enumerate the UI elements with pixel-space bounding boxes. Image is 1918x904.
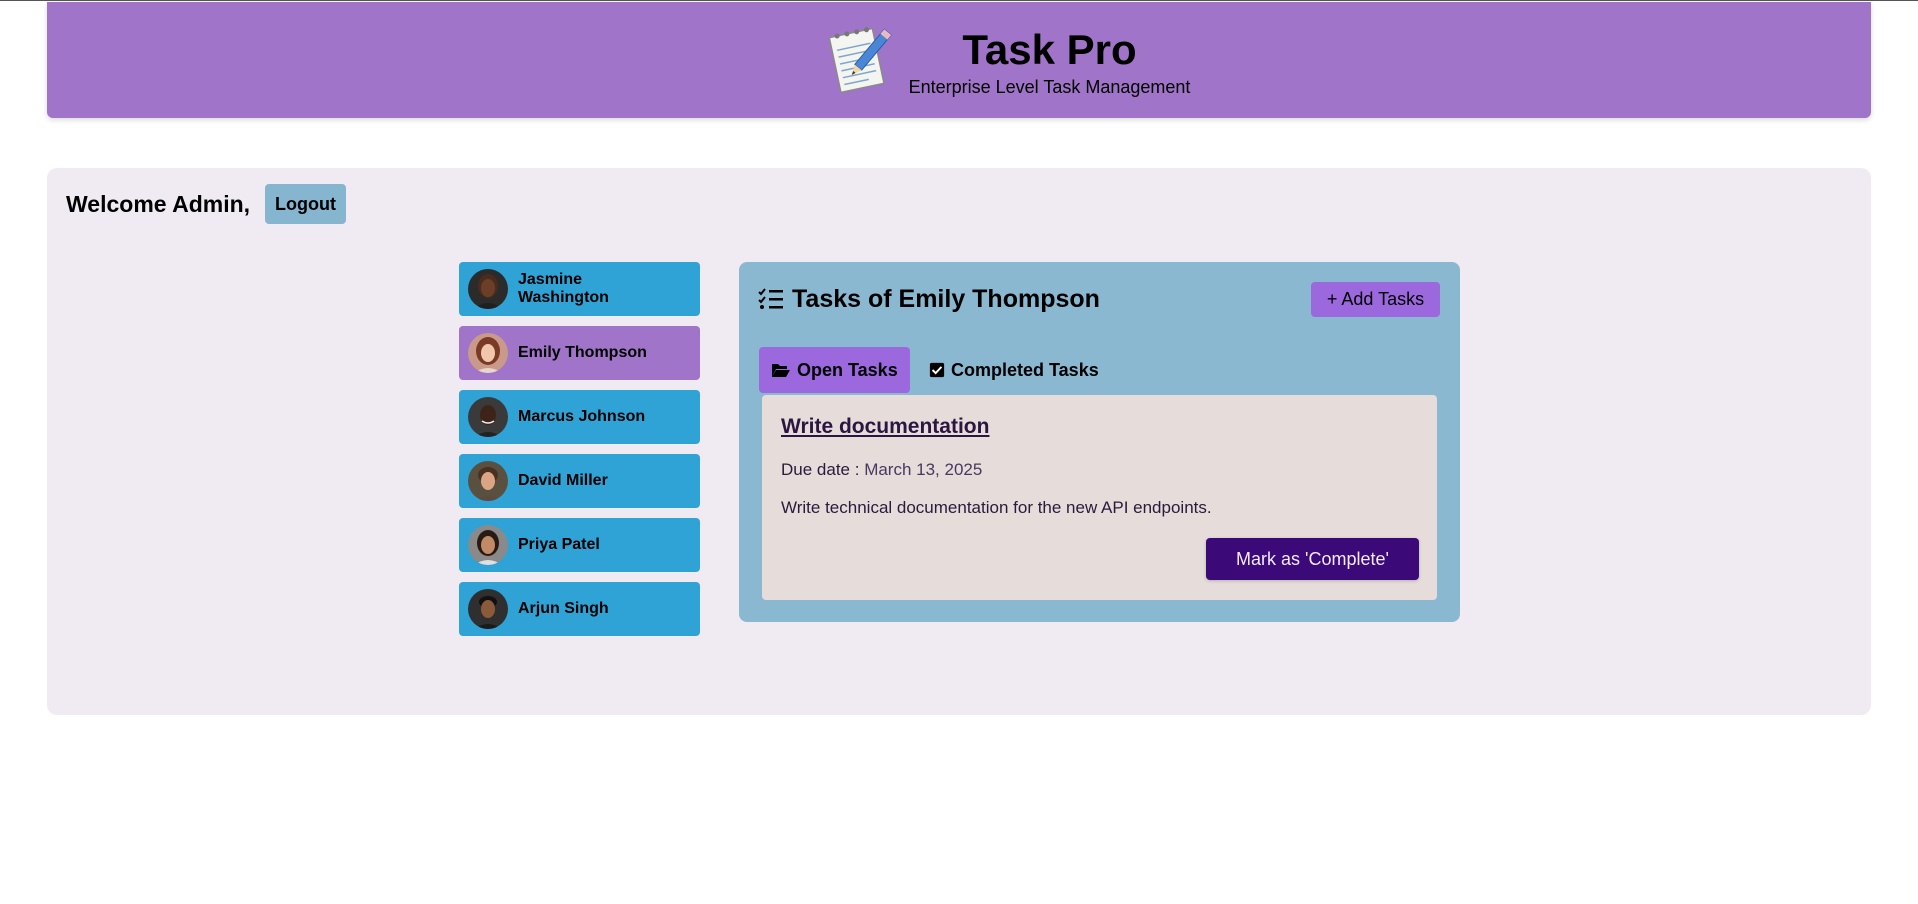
user-item-jasmine-washington[interactable]: Jasmine Washington [459, 262, 700, 316]
avatar [468, 525, 508, 565]
user-item-marcus-johnson[interactable]: Marcus Johnson [459, 390, 700, 444]
task-description: Write technical documentation for the ne… [781, 498, 1212, 517]
user-name: Jasmine Washington [518, 271, 609, 306]
avatar [468, 333, 508, 373]
due-date-label: Due date : [781, 460, 860, 479]
checkbox-icon [929, 362, 945, 378]
mark-complete-button[interactable]: Mark as 'Complete' [1206, 538, 1419, 580]
tab-open-tasks[interactable]: Open Tasks [759, 347, 910, 393]
due-date-value: March 13, 2025 [864, 460, 983, 479]
user-name: Marcus Johnson [518, 408, 646, 425]
user-name: Arjun Singh [518, 600, 609, 617]
task-card: Write documentation Due date : March 13,… [762, 395, 1437, 600]
app-title: Task Pro [962, 26, 1137, 73]
list-check-icon [758, 288, 783, 309]
avatar [468, 269, 508, 309]
user-item-david-miller[interactable]: David Miller [459, 454, 700, 508]
task-due-date: Due date : March 13, 2025 [781, 459, 982, 481]
logout-button[interactable]: Logout [265, 184, 346, 224]
avatar [468, 397, 508, 437]
main-panel: Welcome Admin, Logout Jasmine Washington [47, 168, 1871, 715]
user-item-priya-patel[interactable]: Priya Patel [459, 518, 700, 572]
avatar [468, 589, 508, 629]
avatar [468, 461, 508, 501]
notepad-pencil-icon [825, 22, 893, 94]
welcome-text: Welcome Admin, [66, 191, 251, 217]
user-name: David Miller [518, 472, 608, 489]
app-header: Task Pro Enterprise Level Task Managemen… [47, 2, 1871, 118]
tasks-panel-title-text: Tasks of Emily Thompson [792, 285, 1100, 313]
user-item-arjun-singh[interactable]: Arjun Singh [459, 582, 700, 636]
tab-label: Completed Tasks [951, 359, 1099, 380]
tasks-panel: Tasks of Emily Thompson + Add Tasks Open… [739, 262, 1460, 622]
tab-completed-tasks[interactable]: Completed Tasks [929, 347, 1109, 393]
app-subtitle: Enterprise Level Task Management [908, 77, 1191, 97]
user-name: Priya Patel [518, 536, 600, 553]
folder-open-icon [772, 364, 790, 377]
tab-label: Open Tasks [797, 359, 898, 380]
user-item-emily-thompson[interactable]: Emily Thompson [459, 326, 700, 380]
task-title-link[interactable]: Write documentation [781, 414, 989, 440]
tasks-panel-title: Tasks of Emily Thompson [758, 284, 1100, 314]
add-tasks-button[interactable]: + Add Tasks [1311, 282, 1440, 317]
user-name: Emily Thompson [518, 344, 647, 361]
